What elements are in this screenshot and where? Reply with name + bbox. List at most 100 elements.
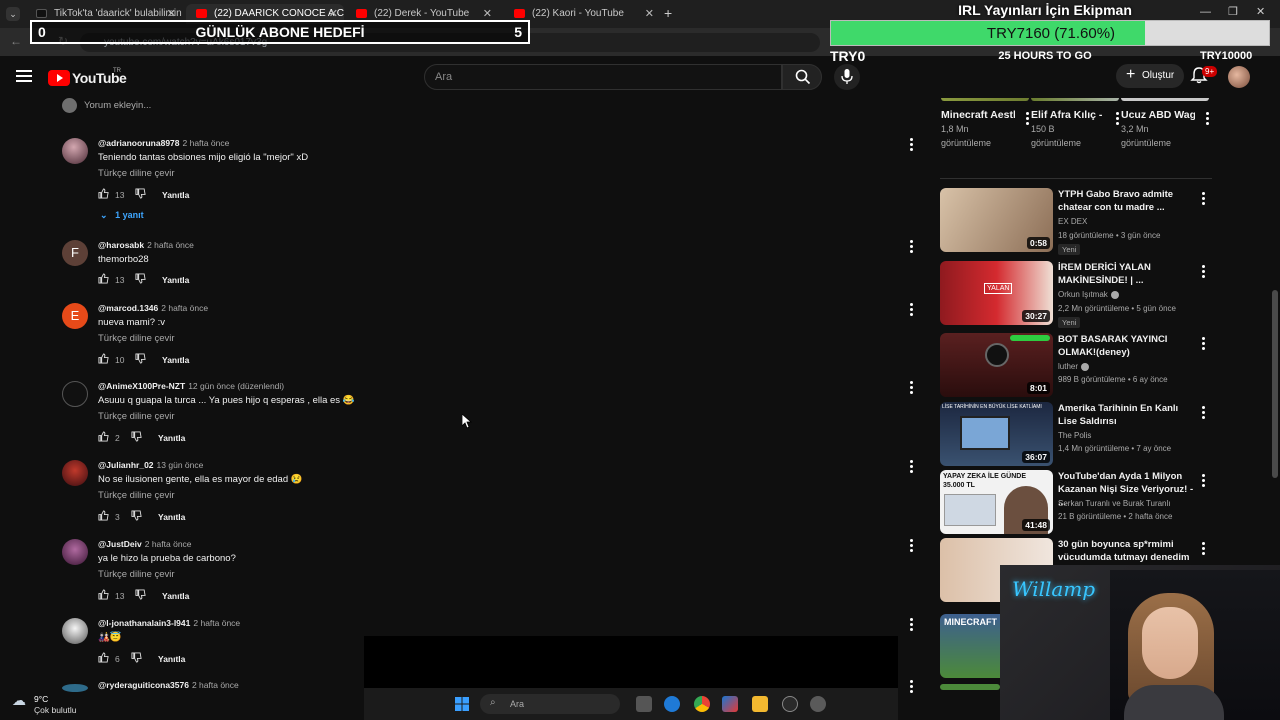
reply-button[interactable]: Yanıtla <box>158 512 185 522</box>
voice-search-button[interactable] <box>834 64 860 90</box>
tab-list-icon[interactable]: ⌄ <box>6 7 20 21</box>
dislike-icon[interactable] <box>135 273 146 286</box>
maximize-icon[interactable]: ❐ <box>1228 5 1238 18</box>
reply-button[interactable]: Yanıtla <box>158 433 185 443</box>
back-icon[interactable]: ← <box>10 34 22 48</box>
dislike-icon[interactable] <box>135 589 146 602</box>
comment-time[interactable]: 13 gün önce <box>157 460 204 470</box>
comment-time[interactable]: 2 hafta önce <box>147 240 194 250</box>
channel-name[interactable]: EX DEX <box>1058 217 1087 226</box>
view-replies-button[interactable]: ⌄ 1 yanıt <box>100 210 144 221</box>
reply-button[interactable]: Yanıtla <box>162 190 189 200</box>
like-icon[interactable] <box>98 431 109 444</box>
close-window-icon[interactable]: ✕ <box>1256 5 1265 18</box>
reply-button[interactable]: Yanıtla <box>162 591 189 601</box>
add-comment-input[interactable]: Yorum ekleyin... <box>84 100 151 111</box>
channel-name[interactable]: Serkan Turanlı ve Burak Turanlı <box>1058 499 1171 508</box>
like-icon[interactable] <box>98 353 109 366</box>
settings-icon[interactable] <box>810 696 826 712</box>
like-icon[interactable] <box>98 589 109 602</box>
search-input[interactable]: Ara <box>424 64 782 90</box>
comment-author[interactable]: @adrianooruna8978 <box>98 138 180 148</box>
like-icon[interactable] <box>98 652 109 665</box>
related-video[interactable]: LİSE TARİHİNİN EN BÜYÜK LİSE KATLİAMI 36… <box>940 402 1212 466</box>
related-video[interactable]: YAPAY ZEKA İLE GÜNDE 35.000 TL 41:48 You… <box>940 470 1212 534</box>
translate-link[interactable]: Türkçe diline çevir <box>98 168 175 179</box>
short-menu-icon[interactable] <box>1116 112 1119 127</box>
edge-icon[interactable] <box>664 696 680 712</box>
comment-time[interactable]: 2 hafta önce <box>193 618 240 628</box>
task-view-icon[interactable] <box>636 696 652 712</box>
related-video[interactable]: YALAN 30:27 İREM DERİCİ YALAN MAKİNESİND… <box>940 261 1212 328</box>
short-menu-icon[interactable] <box>1206 112 1209 127</box>
channel-name[interactable]: Orkun Işıtmak <box>1058 290 1119 299</box>
minimize-icon[interactable]: — <box>1200 6 1211 18</box>
close-tab-icon[interactable]: ✕ <box>329 7 338 20</box>
reply-button[interactable]: Yanıtla <box>158 654 185 664</box>
dislike-icon[interactable] <box>131 431 142 444</box>
create-button[interactable]: + Oluştur <box>1116 64 1184 88</box>
short-menu-icon[interactable] <box>1026 112 1029 127</box>
short-item[interactable]: Ucuz ABD Wagyu Eti ... 3,2 Mn görüntülem… <box>1121 98 1209 150</box>
reply-button[interactable]: Yanıtla <box>162 275 189 285</box>
comment-time[interactable]: 12 gün önce (düzenlendi) <box>188 381 284 391</box>
scrollbar-thumb[interactable] <box>1272 290 1278 478</box>
channel-name[interactable]: luther <box>1058 362 1090 371</box>
related-video-partial[interactable] <box>940 684 1000 690</box>
video-menu-icon[interactable] <box>1202 406 1205 421</box>
video-menu-icon[interactable] <box>1202 337 1205 352</box>
related-video[interactable]: 8:01 BOT BASARAK YAYINCI OLMAK!(deney) l… <box>940 333 1212 397</box>
commenter-avatar[interactable] <box>62 539 88 565</box>
like-icon[interactable] <box>98 510 109 523</box>
comment-time[interactable]: 2 hafta önce <box>183 138 230 148</box>
comment-author[interactable]: @JustDeiv <box>98 539 142 549</box>
new-tab-icon[interactable]: + <box>664 5 672 21</box>
app-icon[interactable] <box>722 696 738 712</box>
translate-link[interactable]: Türkçe diline çevir <box>98 411 175 422</box>
commenter-avatar[interactable] <box>62 684 88 692</box>
video-menu-icon[interactable] <box>1202 192 1205 207</box>
comment-time[interactable]: 2 hafta önce <box>161 303 208 313</box>
commenter-avatar[interactable]: E <box>62 303 88 329</box>
comment-author[interactable]: @AnimeX100Pre-NZT <box>98 381 185 391</box>
file-explorer-icon[interactable] <box>752 696 768 712</box>
translate-link[interactable]: Türkçe diline çevir <box>98 569 175 580</box>
like-icon[interactable] <box>98 273 109 286</box>
comment-author[interactable]: @marcod.1346 <box>98 303 158 313</box>
comment-menu-icon[interactable] <box>906 138 916 153</box>
search-button[interactable] <box>782 64 822 90</box>
comment-menu-icon[interactable] <box>906 240 916 255</box>
comment-author[interactable]: @Julianhr_02 <box>98 460 154 470</box>
comment-menu-icon[interactable] <box>906 381 916 396</box>
comment-time[interactable]: 2 hafta önce <box>192 680 239 690</box>
dislike-icon[interactable] <box>135 188 146 201</box>
comment-menu-icon[interactable] <box>906 303 916 318</box>
taskbar-search[interactable]: ⌕ Ara <box>480 694 620 714</box>
commenter-avatar[interactable] <box>62 381 88 407</box>
comment-menu-icon[interactable] <box>906 680 916 695</box>
dislike-icon[interactable] <box>131 652 142 665</box>
comment-author[interactable]: @harosabk <box>98 240 144 250</box>
video-menu-icon[interactable] <box>1202 474 1205 489</box>
commenter-avatar[interactable] <box>62 460 88 486</box>
translate-link[interactable]: Türkçe diline çevir <box>98 490 175 501</box>
hamburger-menu-icon[interactable] <box>16 70 32 82</box>
youtube-logo[interactable]: YouTube TR <box>48 68 128 88</box>
comment-menu-icon[interactable] <box>906 539 916 554</box>
comment-time[interactable]: 2 hafta önce <box>145 539 192 549</box>
channel-name[interactable]: The Polis <box>1058 431 1091 440</box>
comment-menu-icon[interactable] <box>906 618 916 633</box>
dislike-icon[interactable] <box>131 510 142 523</box>
comment-menu-icon[interactable] <box>906 460 916 475</box>
comment-author[interactable]: @l-jonathanalain3-l941 <box>98 618 190 628</box>
windows-start-icon[interactable] <box>455 697 469 711</box>
short-item[interactable]: Minecraft Aesthetic ... 1,8 Mn görüntüle… <box>941 98 1029 150</box>
like-icon[interactable] <box>98 188 109 201</box>
commenter-avatar[interactable] <box>62 138 88 164</box>
translate-link[interactable]: Türkçe diline çevir <box>98 333 175 344</box>
close-tab-icon[interactable]: ✕ <box>645 7 654 20</box>
chrome-icon[interactable] <box>694 696 710 712</box>
related-video[interactable]: 0:58 YTPH Gabo Bravo admite chatear con … <box>940 188 1212 255</box>
close-tab-icon[interactable]: ✕ <box>167 7 176 20</box>
short-item[interactable]: Elif Afra Kılıç - Yener ... 150 B görünt… <box>1031 98 1119 150</box>
